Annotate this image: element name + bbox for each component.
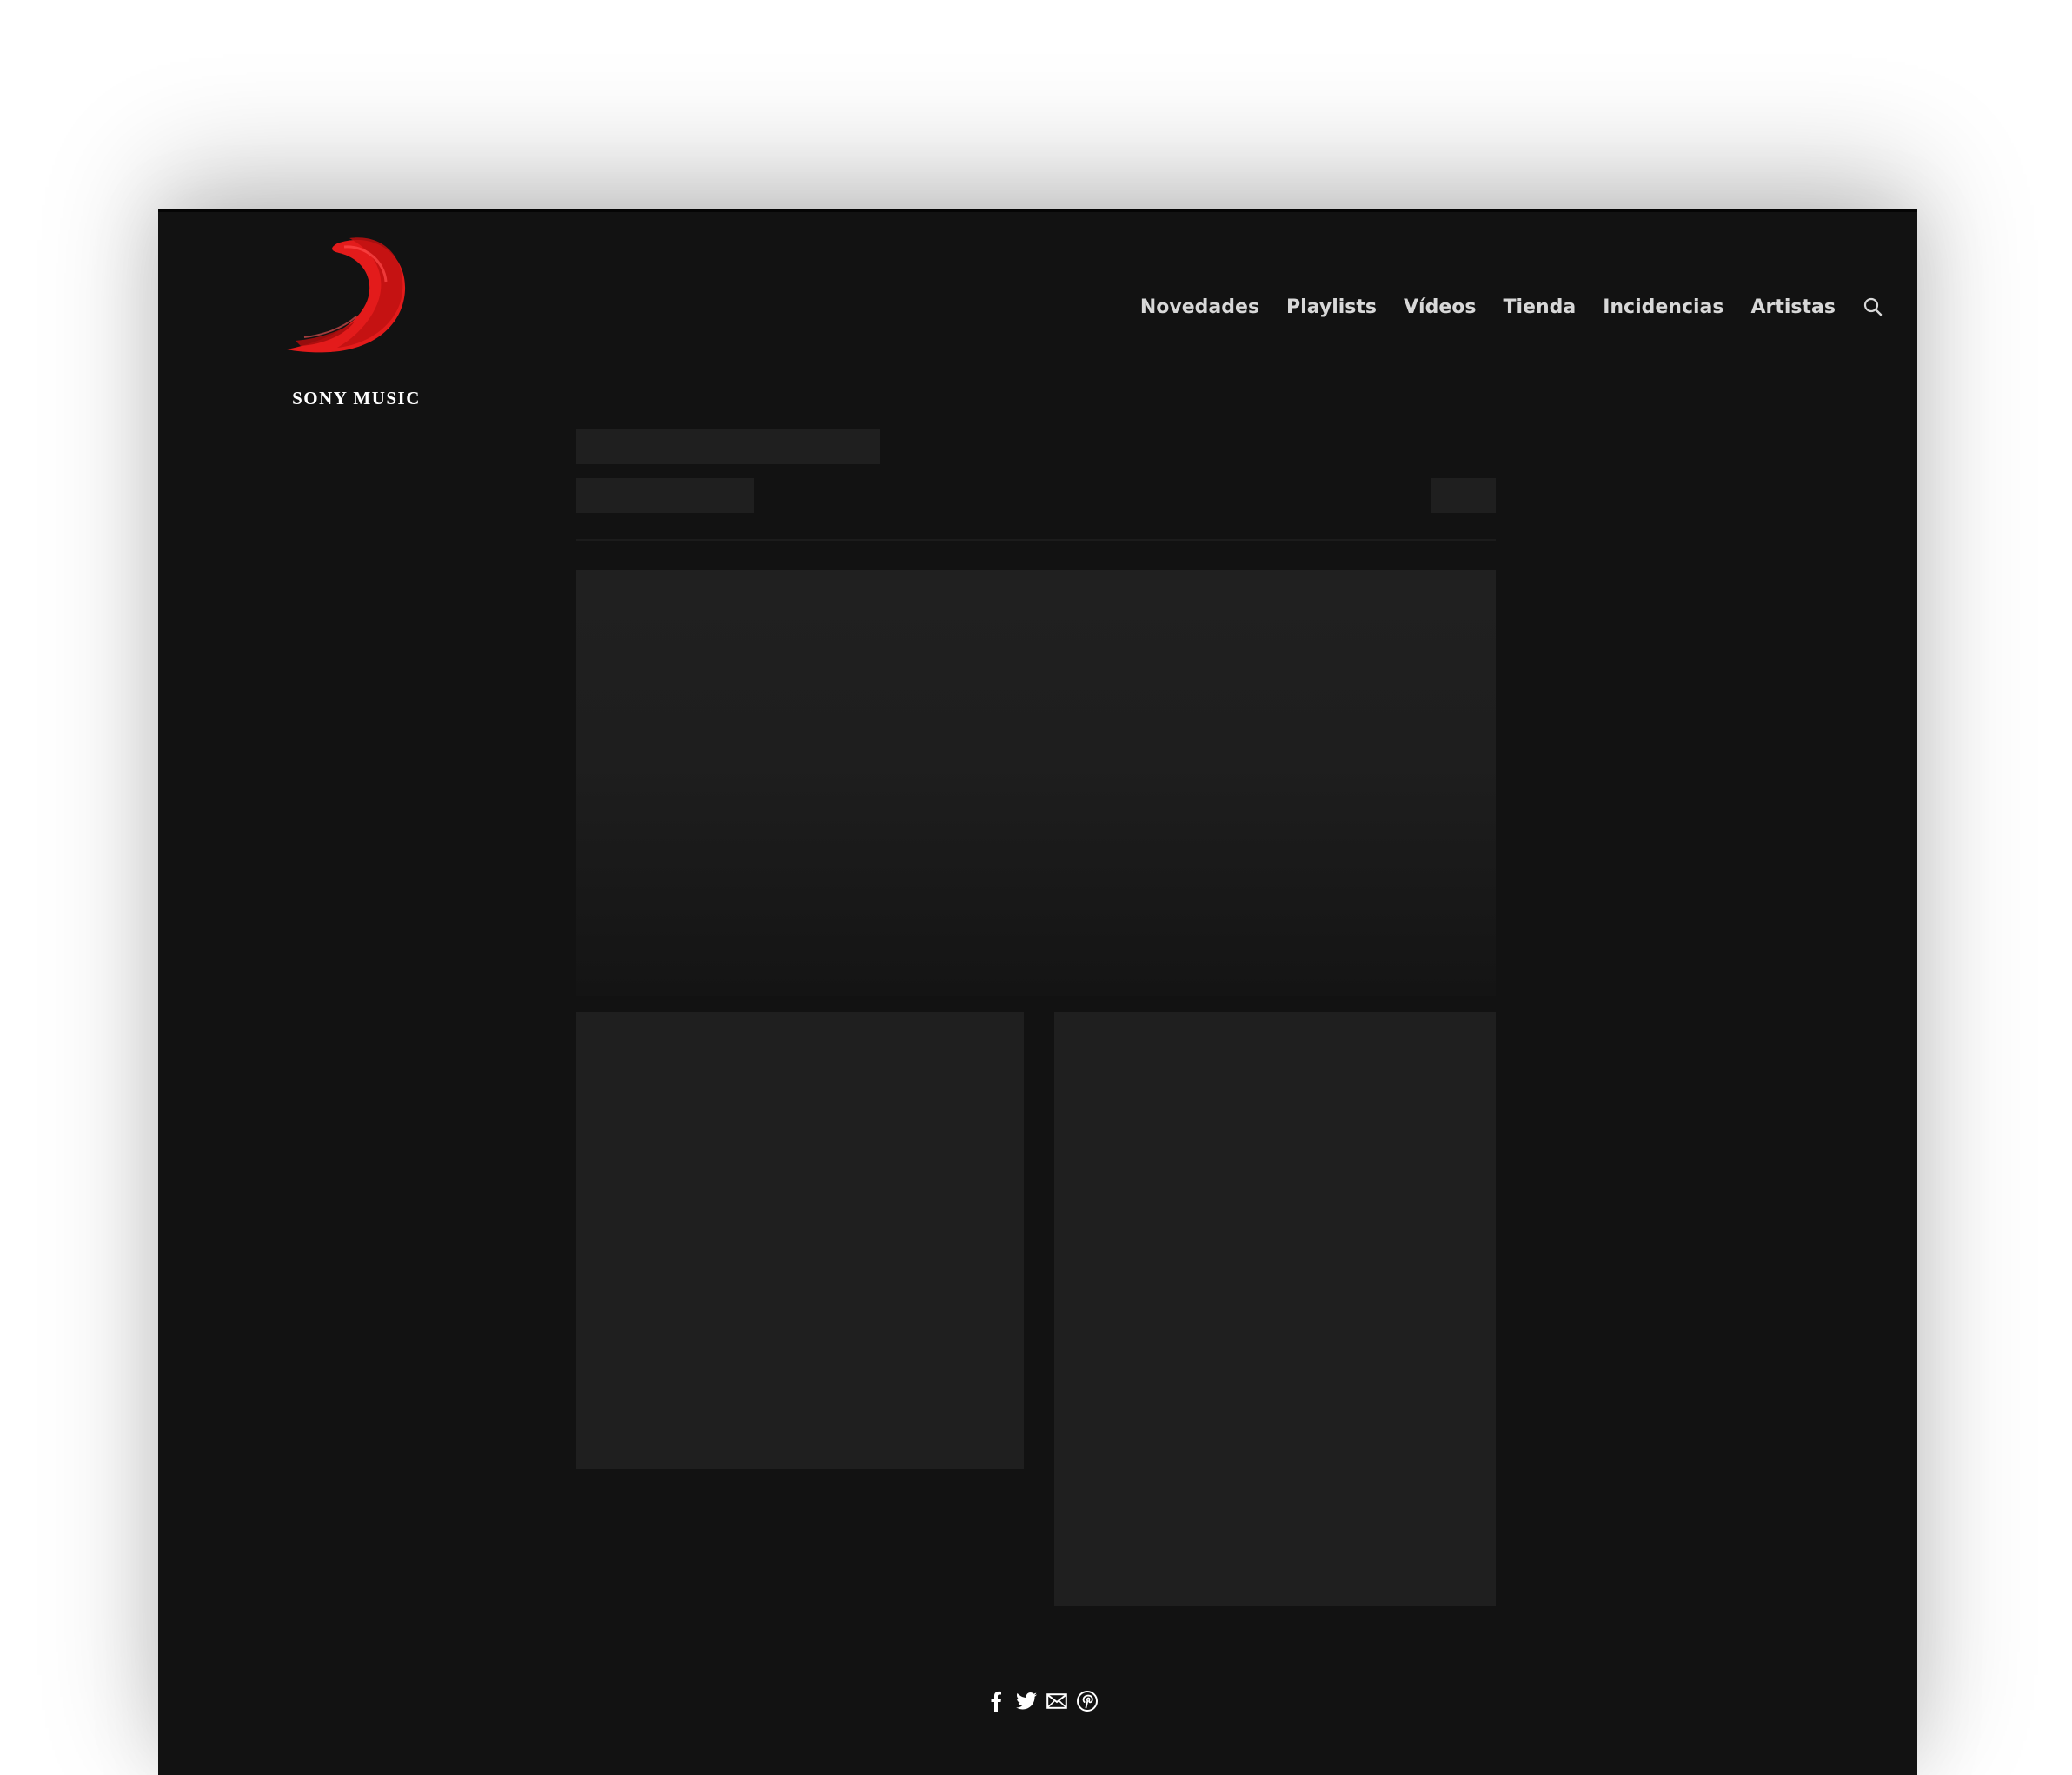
nav-item-playlists[interactable]: Playlists bbox=[1286, 296, 1377, 318]
nav-item-tienda[interactable]: Tienda bbox=[1503, 296, 1576, 318]
skeleton-title bbox=[576, 429, 880, 464]
content-divider bbox=[576, 539, 1496, 541]
share-bar bbox=[985, 1690, 1098, 1712]
main-nav: Novedades Playlists Vídeos Tienda Incide… bbox=[1140, 296, 1884, 318]
skeleton-hero-image bbox=[576, 570, 1496, 996]
share-twitter-button[interactable] bbox=[1015, 1690, 1037, 1712]
browser-page: SONY MUSIC Novedades Playlists Vídeos Ti… bbox=[158, 209, 1917, 1775]
search-icon bbox=[1863, 297, 1883, 316]
pinterest-icon bbox=[1076, 1690, 1098, 1712]
share-facebook-button[interactable] bbox=[985, 1690, 1006, 1712]
share-pinterest-button[interactable] bbox=[1076, 1690, 1098, 1712]
sony-music-logo[interactable]: SONY MUSIC bbox=[269, 229, 443, 409]
twitter-icon bbox=[1015, 1692, 1037, 1709]
skeleton-card-left bbox=[576, 1012, 1024, 1469]
search-button[interactable] bbox=[1862, 296, 1884, 318]
nav-item-novedades[interactable]: Novedades bbox=[1140, 296, 1259, 318]
sony-music-swoosh-icon bbox=[287, 237, 406, 353]
facebook-icon bbox=[991, 1691, 1001, 1712]
skeleton-meta bbox=[576, 478, 754, 513]
nav-item-videos[interactable]: Vídeos bbox=[1404, 296, 1476, 318]
skeleton-meta-right bbox=[1431, 478, 1496, 513]
logo-wordmark: SONY MUSIC bbox=[292, 388, 421, 409]
email-icon bbox=[1046, 1692, 1067, 1709]
share-email-button[interactable] bbox=[1046, 1690, 1067, 1712]
skeleton-card-right bbox=[1054, 1012, 1496, 1606]
nav-item-incidencias[interactable]: Incidencias bbox=[1603, 296, 1723, 318]
nav-item-artistas[interactable]: Artistas bbox=[1751, 296, 1836, 318]
